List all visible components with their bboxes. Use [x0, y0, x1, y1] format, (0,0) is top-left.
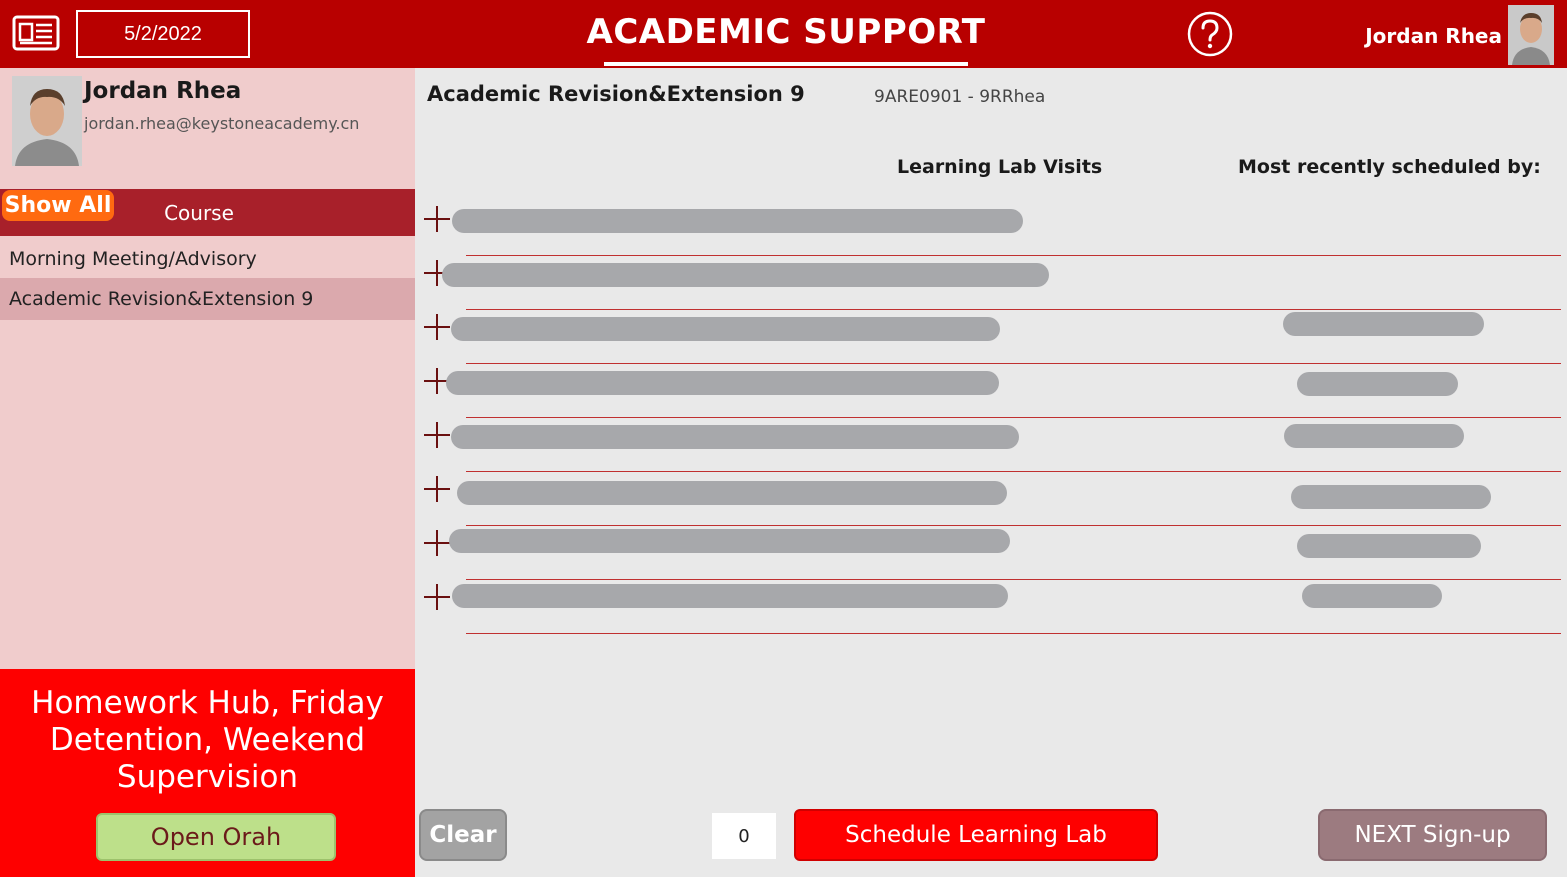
selected-course-title: Academic Revision&Extension 9: [427, 82, 805, 106]
profile-avatar: [12, 76, 82, 166]
open-orah-button[interactable]: Open Orah: [96, 813, 336, 861]
promo-text: Homework Hub, Friday Detention, Weekend …: [31, 685, 384, 795]
header-avatar: [1508, 5, 1554, 65]
redacted-scheduler: [1284, 424, 1464, 448]
course-item-morning-meeting[interactable]: Morning Meeting/Advisory: [0, 238, 415, 280]
course-list-header: Course Show All: [0, 189, 415, 236]
row-divider: [466, 633, 1561, 634]
left-panel: Jordan Rhea jordan.rhea@keystoneacademy.…: [0, 68, 415, 877]
title-underline: [604, 62, 968, 66]
student-row: [420, 364, 1567, 418]
redacted-student-name: [451, 317, 1000, 341]
redacted-scheduler: [1297, 372, 1458, 396]
redacted-scheduler: [1302, 584, 1442, 608]
course-code: 9ARE0901 - 9RRhea: [874, 87, 1046, 107]
app-header: 5/2/2022 ACADEMIC SUPPORT Jordan Rhea: [0, 0, 1567, 68]
redacted-student-name: [451, 425, 1019, 449]
newspaper-icon[interactable]: [12, 15, 60, 51]
scheduled-by-header: Most recently scheduled by:: [1238, 156, 1541, 178]
redacted-student-name: [452, 584, 1008, 608]
course-item-academic-revision[interactable]: Academic Revision&Extension 9: [0, 278, 415, 320]
add-plus-icon[interactable]: [424, 206, 450, 232]
redacted-student-name: [452, 209, 1023, 233]
date-picker[interactable]: 5/2/2022: [76, 10, 250, 58]
learning-lab-visits-header: Learning Lab Visits: [897, 156, 1103, 178]
promo-panel: Homework Hub, Friday Detention, Weekend …: [0, 669, 415, 877]
student-row: [420, 580, 1567, 634]
redacted-scheduler: [1291, 485, 1491, 509]
add-plus-icon[interactable]: [424, 314, 450, 340]
show-all-button[interactable]: Show All: [2, 190, 114, 221]
student-row: [420, 472, 1567, 526]
redacted-student-name: [442, 263, 1049, 287]
page-title: ACADEMIC SUPPORT: [586, 12, 986, 52]
student-row: [420, 202, 1567, 256]
add-plus-icon[interactable]: [424, 476, 450, 502]
redacted-scheduler: [1283, 312, 1484, 336]
redacted-student-name: [449, 529, 1010, 553]
student-row: [420, 526, 1567, 580]
header-user-name: Jordan Rhea: [1365, 24, 1502, 48]
add-plus-icon[interactable]: [424, 584, 450, 610]
redacted-student-name: [446, 371, 999, 395]
profile-name: Jordan Rhea: [84, 78, 242, 104]
add-plus-icon[interactable]: [424, 530, 450, 556]
add-plus-icon[interactable]: [424, 422, 450, 448]
clear-button[interactable]: Clear: [419, 809, 507, 861]
profile-email: jordan.rhea@keystoneacademy.cn: [84, 114, 360, 133]
redacted-student-name: [457, 481, 1007, 505]
redacted-scheduler: [1297, 534, 1481, 558]
student-row: [420, 418, 1567, 472]
schedule-learning-lab-button[interactable]: Schedule Learning Lab: [794, 809, 1158, 861]
selected-count: 0: [712, 813, 776, 859]
next-signup-button[interactable]: NEXT Sign-up: [1318, 809, 1547, 861]
question-circle-icon[interactable]: [1186, 10, 1234, 58]
student-row: [420, 256, 1567, 310]
student-row: [420, 310, 1567, 364]
